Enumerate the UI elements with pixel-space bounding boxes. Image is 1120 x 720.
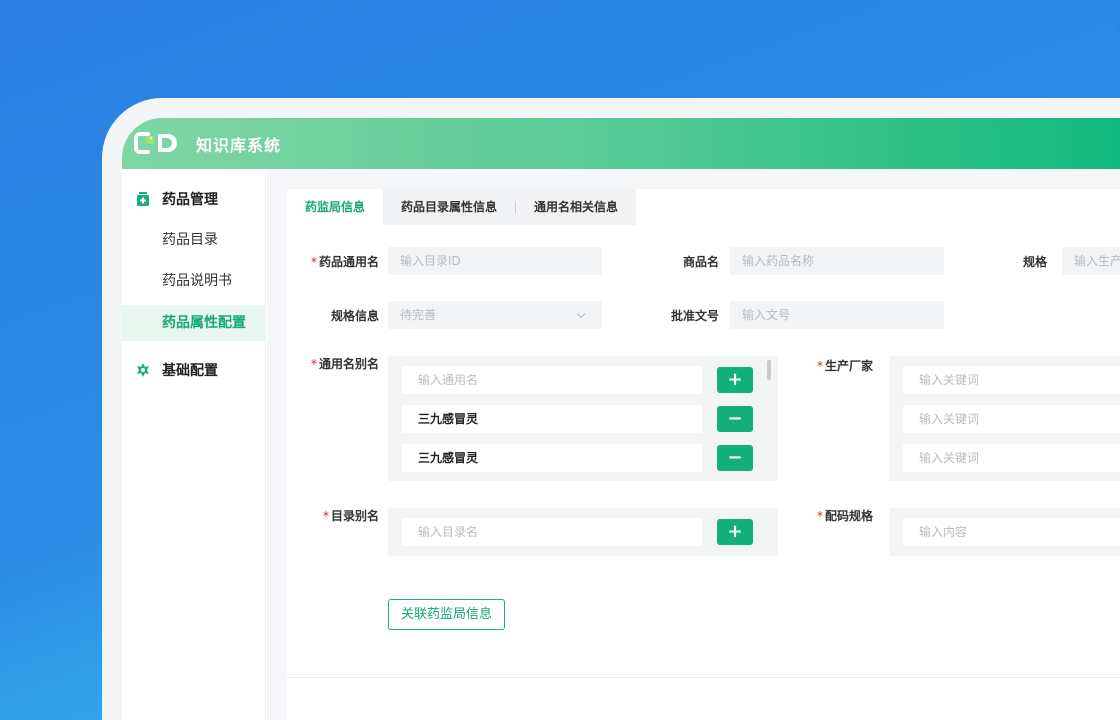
approval-no-label: 批准文号	[670, 309, 719, 323]
app-title: 知识库系统	[196, 136, 282, 155]
sidebar-group-basic-config[interactable]: 基础配置	[136, 360, 218, 380]
alias-list-box: 输入通用名 + 三九感冒灵 − 三九感冒灵 −	[388, 356, 778, 481]
sidebar-item-instructions[interactable]: 药品说明书	[122, 263, 266, 299]
alias-input[interactable]: 三九感冒灵	[402, 405, 702, 433]
alias-label: * 通用名别名	[310, 357, 379, 371]
remove-alias-button[interactable]: −	[717, 445, 753, 471]
trade-name-label: 商品名	[682, 255, 719, 269]
code-spec-input[interactable]: 输入内容	[903, 518, 1120, 546]
spec-input[interactable]: 输入生产	[1062, 247, 1120, 275]
generic-name-label: * 药品通用名	[310, 255, 379, 269]
tab-drug-admin-info[interactable]: 药监局信息	[287, 189, 384, 225]
required-mark: *	[322, 509, 329, 523]
generic-name-input[interactable]: 输入目录ID	[388, 247, 602, 275]
sidebar-group-label: 药品管理	[162, 192, 218, 208]
catalog-alias-input[interactable]: 输入目录名	[402, 518, 702, 546]
manufacturer-input[interactable]: 输入关键词	[903, 444, 1120, 472]
add-alias-button[interactable]: +	[717, 367, 753, 393]
required-mark: *	[816, 359, 823, 373]
approval-no-input[interactable]: 输入文号	[730, 301, 944, 329]
sidebar-group-label: 基础配置	[162, 363, 218, 379]
divider	[287, 677, 1120, 678]
trade-name-input[interactable]: 输入药品名称	[730, 247, 944, 275]
add-catalog-alias-button[interactable]: +	[717, 519, 753, 545]
manufacturer-label: * 生产厂家	[816, 359, 873, 373]
catalog-alias-box: 输入目录名 +	[388, 508, 778, 556]
code-spec-label: * 配码规格	[816, 509, 873, 523]
required-mark: *	[310, 357, 317, 371]
manufacturer-input[interactable]: 输入关键词	[903, 366, 1120, 394]
manufacturer-list-box: 输入关键词 输入关键词 输入关键词	[889, 356, 1120, 481]
top-bar: 知识库系统	[122, 118, 1120, 169]
required-mark: *	[310, 255, 317, 269]
sidebar-item-catalog[interactable]: 药品目录	[122, 222, 266, 258]
main-content: 药监局信息 药品目录属性信息 通用名相关信息 * 药品通用名 输入目录ID 商品名…	[267, 169, 1120, 720]
tab-generic-name-info[interactable]: 通用名相关信息	[516, 189, 636, 225]
app-logo-icon	[134, 132, 177, 154]
tab-bar: 药监局信息 药品目录属性信息 通用名相关信息	[287, 189, 637, 225]
required-mark: *	[816, 509, 823, 523]
gear-icon	[137, 363, 149, 377]
alias-new-input[interactable]: 输入通用名	[402, 366, 702, 394]
spec-info-select[interactable]: 待完善	[388, 301, 602, 329]
sidebar: 药品管理 药品目录 药品说明书 药品属性配置 基础配置	[122, 169, 266, 720]
form-panel: 药监局信息 药品目录属性信息 通用名相关信息 * 药品通用名 输入目录ID 商品名…	[287, 189, 1120, 720]
spec-info-label: 规格信息	[330, 309, 379, 323]
catalog-alias-label: * 目录别名	[322, 509, 379, 523]
code-spec-box: 输入内容	[889, 508, 1120, 556]
link-drug-admin-button[interactable]: 关联药监局信息	[388, 599, 506, 630]
tab-catalog-attributes[interactable]: 药品目录属性信息	[383, 189, 515, 225]
sidebar-group-medicine[interactable]: 药品管理	[136, 189, 218, 209]
alias-scrollbar[interactable]	[767, 360, 771, 380]
app-window: 知识库系统 药品管理 药品目录 药品说明书 药品属性配置 基础配置 药监局信息	[122, 118, 1120, 720]
remove-alias-button[interactable]: −	[717, 406, 753, 432]
alias-input[interactable]: 三九感冒灵	[402, 444, 702, 472]
spec-label: 规格	[1022, 255, 1047, 269]
sidebar-item-attribute-config[interactable]: 药品属性配置	[122, 305, 266, 341]
manufacturer-input[interactable]: 输入关键词	[903, 405, 1120, 433]
medicine-bottle-icon	[137, 192, 149, 206]
